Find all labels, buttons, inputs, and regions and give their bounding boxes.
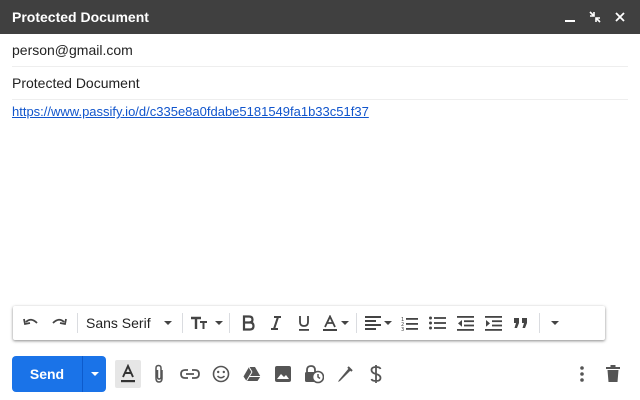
compose-titlebar: Protected Document [0, 0, 640, 34]
recipient-value: person@gmail.com [12, 42, 133, 58]
italic-icon[interactable] [262, 309, 290, 337]
quote-icon[interactable] [507, 309, 535, 337]
bulleted-list-icon[interactable] [423, 309, 451, 337]
toolbar-divider [229, 313, 230, 333]
indent-more-icon[interactable] [479, 309, 507, 337]
formatting-options-icon[interactable] [115, 360, 141, 388]
font-family-select[interactable]: Sans Serif [82, 309, 178, 337]
window-title: Protected Document [12, 9, 149, 25]
font-family-value: Sans Serif [86, 315, 151, 331]
bold-icon[interactable] [234, 309, 262, 337]
chevron-down-icon [551, 321, 559, 325]
body-link[interactable]: https://www.passify.io/d/c335e8a0fdabe51… [12, 104, 369, 119]
toolbar-divider [77, 313, 78, 333]
chevron-down-icon [214, 321, 223, 325]
link-icon[interactable] [177, 360, 203, 388]
message-body[interactable]: https://www.passify.io/d/c335e8a0fdabe51… [12, 104, 628, 294]
chevron-down-icon [90, 372, 99, 376]
redo-icon[interactable] [45, 309, 73, 337]
subject-value: Protected Document [12, 75, 140, 91]
send-button[interactable]: Send [12, 356, 82, 392]
more-formatting-icon[interactable] [544, 309, 566, 337]
confidential-icon[interactable] [301, 360, 327, 388]
chevron-down-icon [164, 321, 172, 325]
underline-icon[interactable] [290, 309, 318, 337]
drive-icon[interactable] [239, 360, 265, 388]
undo-icon[interactable] [17, 309, 45, 337]
subject-field[interactable]: Protected Document [12, 67, 628, 100]
schedule-send-dropdown[interactable] [82, 356, 106, 392]
attach-icon[interactable] [146, 360, 172, 388]
indent-less-icon[interactable] [451, 309, 479, 337]
toolbar-divider [182, 313, 183, 333]
text-size-icon[interactable] [187, 309, 225, 337]
discard-icon[interactable] [600, 360, 626, 388]
formatting-toolbar: Sans Serif 123 [13, 306, 605, 340]
toolbar-divider [539, 313, 540, 333]
send-button-group: Send [12, 356, 106, 392]
window-controls [559, 6, 640, 28]
compose-action-bar: Send [0, 352, 640, 396]
signature-icon[interactable] [332, 360, 358, 388]
right-actions [564, 360, 626, 388]
minimize-icon[interactable] [559, 6, 581, 28]
photo-icon[interactable] [270, 360, 296, 388]
exit-fullscreen-icon[interactable] [584, 6, 606, 28]
recipient-field[interactable]: person@gmail.com [12, 34, 628, 67]
chevron-down-icon [340, 321, 349, 325]
chevron-down-icon [383, 321, 392, 325]
more-options-icon[interactable] [569, 360, 595, 388]
text-color-icon[interactable] [318, 309, 352, 337]
toolbar-divider [356, 313, 357, 333]
align-icon[interactable] [361, 309, 395, 337]
close-icon[interactable] [609, 6, 631, 28]
emoji-icon[interactable] [208, 360, 234, 388]
svg-text:3: 3 [401, 327, 404, 331]
dollar-icon[interactable] [363, 360, 389, 388]
numbered-list-icon[interactable]: 123 [395, 309, 423, 337]
